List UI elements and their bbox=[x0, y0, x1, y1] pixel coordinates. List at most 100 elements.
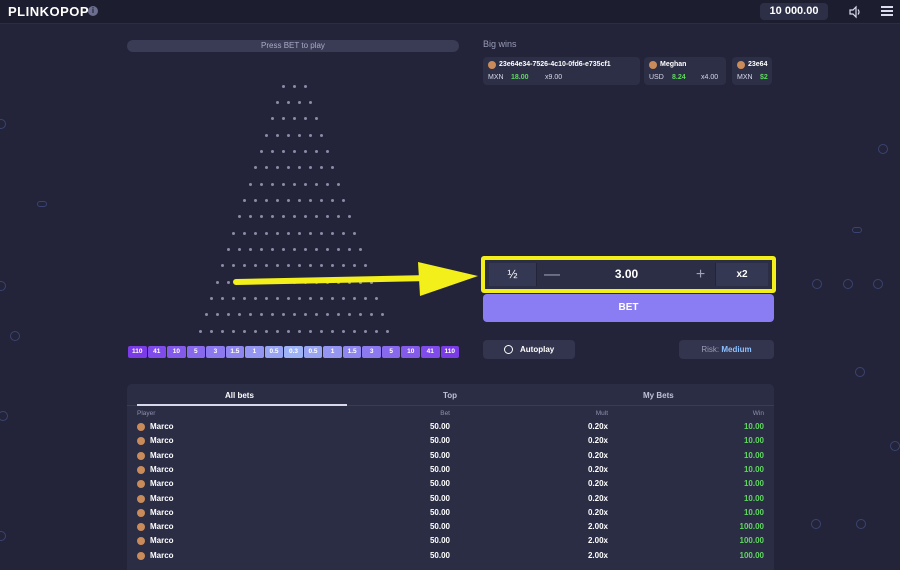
big-wins-title: Big wins bbox=[483, 39, 517, 49]
app-logo: PLINKOPOP bbox=[8, 4, 89, 19]
table-row: Marco 50.00 0.20x 10.00 bbox=[127, 478, 774, 492]
cell-bet: 50.00 bbox=[429, 450, 450, 460]
peg bbox=[248, 280, 252, 284]
cell-mult: 0.20x bbox=[587, 507, 608, 517]
peg bbox=[265, 198, 268, 202]
peg bbox=[226, 247, 230, 251]
bets-panel: All bets Top My Bets Player Bet Mult Win… bbox=[127, 384, 774, 570]
win-multiplier: x4.00 bbox=[701, 74, 719, 81]
multiplier-slot: 0.5 bbox=[264, 346, 284, 358]
hamburger-icon[interactable] bbox=[881, 6, 893, 17]
peg bbox=[298, 231, 301, 235]
decor-circle bbox=[843, 279, 853, 289]
peg bbox=[331, 231, 334, 235]
peg bbox=[358, 247, 362, 251]
peg bbox=[215, 280, 219, 284]
risk-selector[interactable]: Risk: Medium bbox=[679, 340, 774, 359]
cell-mult: 0.20x bbox=[587, 493, 608, 503]
cell-bet: 50.00 bbox=[429, 507, 450, 517]
multiplier-slot: 0.3 bbox=[284, 346, 303, 358]
multiplier-slot: 110 bbox=[128, 346, 147, 358]
peg bbox=[353, 231, 356, 235]
peg bbox=[292, 215, 296, 219]
autoplay-icon bbox=[504, 345, 513, 354]
tab-all-bets[interactable]: All bets bbox=[225, 391, 254, 400]
table-row: Marco 50.00 0.20x 10.00 bbox=[127, 450, 774, 464]
peg bbox=[243, 231, 246, 235]
peg bbox=[237, 313, 241, 317]
peg bbox=[298, 264, 301, 268]
decor-shape bbox=[852, 227, 862, 233]
avatar bbox=[137, 537, 145, 546]
peg bbox=[380, 313, 384, 317]
win-multiplier: x9.00 bbox=[545, 74, 563, 81]
win-user: Meghan bbox=[660, 61, 687, 68]
peg bbox=[248, 215, 252, 219]
cell-bet: 50.00 bbox=[429, 436, 450, 446]
peg bbox=[270, 313, 274, 317]
peg bbox=[265, 329, 268, 333]
tab-my-bets[interactable]: My Bets bbox=[643, 391, 674, 400]
peg bbox=[386, 329, 389, 333]
peg bbox=[287, 329, 290, 333]
peg bbox=[248, 247, 252, 251]
bet-button[interactable]: BET bbox=[483, 294, 774, 322]
peg bbox=[281, 215, 285, 219]
avatar bbox=[137, 437, 145, 446]
peg bbox=[281, 84, 285, 88]
decor-shape bbox=[37, 201, 47, 207]
double-bet-button[interactable]: x2 bbox=[716, 263, 768, 286]
peg bbox=[364, 296, 367, 300]
big-win-card: 23e64e34-7526-4c10-0fd6-e735cf1 MXN 18.0… bbox=[483, 57, 640, 85]
peg bbox=[347, 313, 351, 317]
peg bbox=[369, 313, 373, 317]
peg bbox=[320, 231, 323, 235]
avatar bbox=[137, 423, 145, 431]
win-amount: 18.00 bbox=[511, 74, 529, 81]
cell-player: Marco bbox=[150, 522, 174, 532]
avatar bbox=[137, 508, 145, 517]
peg bbox=[232, 296, 235, 300]
avatar bbox=[137, 465, 145, 474]
cell-win: 10.00 bbox=[743, 507, 764, 517]
increase-bet-button[interactable]: + bbox=[686, 263, 716, 286]
peg bbox=[303, 247, 307, 251]
peg bbox=[232, 264, 235, 268]
peg bbox=[259, 149, 263, 153]
peg bbox=[336, 182, 340, 186]
peg bbox=[243, 198, 246, 202]
peg bbox=[270, 117, 274, 121]
peg bbox=[309, 264, 312, 268]
tab-top[interactable]: Top bbox=[443, 391, 457, 400]
info-icon[interactable]: i bbox=[88, 6, 98, 16]
big-win-card: Meghan USD 8.24 x4.00 bbox=[644, 57, 726, 85]
peg bbox=[298, 296, 301, 300]
peg bbox=[226, 280, 230, 284]
decrease-bet-button[interactable]: — bbox=[537, 263, 567, 286]
avatar bbox=[488, 61, 496, 69]
cell-player: Marco bbox=[150, 450, 174, 460]
half-bet-button[interactable]: ½ bbox=[489, 263, 537, 286]
autoplay-button[interactable]: Autoplay bbox=[483, 340, 575, 359]
peg bbox=[259, 182, 263, 186]
peg bbox=[342, 264, 345, 268]
peg bbox=[325, 247, 329, 251]
cell-win: 100.00 bbox=[739, 522, 764, 532]
speaker-icon[interactable] bbox=[848, 5, 862, 19]
peg bbox=[259, 215, 263, 219]
peg bbox=[232, 329, 235, 333]
peg bbox=[342, 296, 345, 300]
peg bbox=[287, 100, 290, 104]
cell-player: Marco bbox=[150, 507, 174, 517]
avatar bbox=[137, 523, 145, 532]
decor-circle bbox=[855, 367, 865, 377]
cell-win: 10.00 bbox=[743, 479, 764, 489]
peg bbox=[336, 215, 340, 219]
bet-amount-input[interactable]: 3.00 bbox=[567, 263, 686, 286]
peg bbox=[320, 264, 323, 268]
cell-win: 10.00 bbox=[743, 493, 764, 503]
peg bbox=[270, 182, 274, 186]
peg bbox=[248, 313, 252, 317]
peg bbox=[265, 231, 268, 235]
peg bbox=[243, 264, 246, 268]
